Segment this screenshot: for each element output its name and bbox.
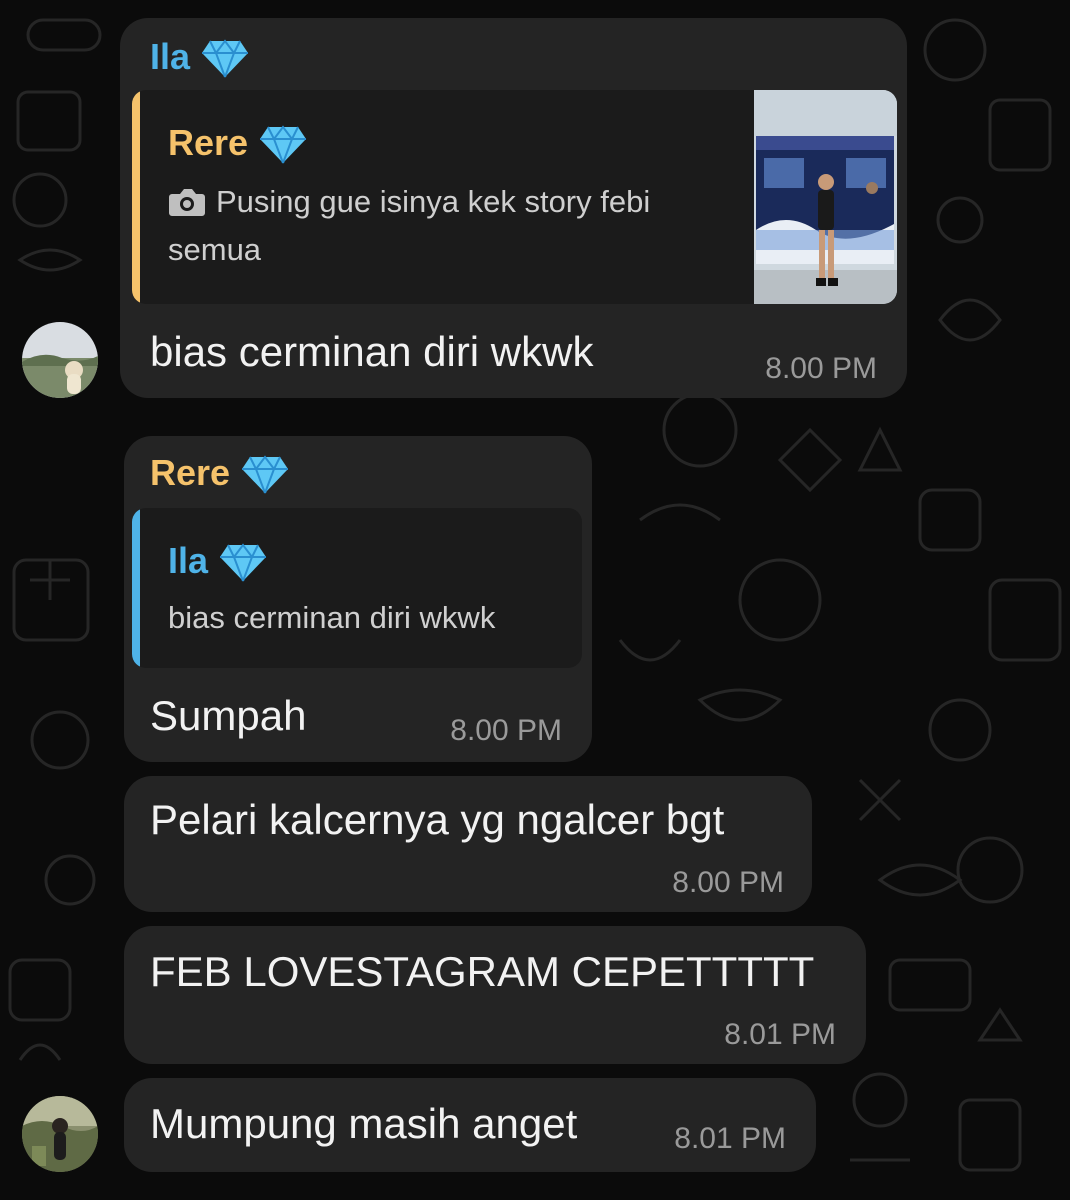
sender-name: Ila [150, 36, 249, 79]
diamond-icon [260, 125, 307, 164]
diamond-icon [242, 455, 289, 494]
diamond-icon [220, 543, 267, 582]
message-bubble[interactable]: Mumpung masih anget 8.01 PM [124, 1078, 816, 1172]
reply-text: bias cerminan diri wkwk [168, 600, 496, 635]
reply-quote-bar [132, 508, 140, 668]
diamond-icon [202, 39, 249, 78]
message-bubble[interactable]: FEB LOVESTAGRAM CEPETTTTT 8.01 PM [124, 926, 866, 1064]
message-text: FEB LOVESTAGRAM CEPETTTTT [150, 948, 815, 995]
reply-text: Pusing gue isinya kek story febi semua [168, 184, 651, 267]
sender-name: Rere [150, 452, 289, 495]
reply-quote[interactable]: Rere Pusing gue isinya kek story febi se… [132, 90, 897, 304]
reply-thumbnail [754, 90, 897, 304]
message-bubble[interactable]: Pelari kalcernya yg ngalcer bgt 8.00 PM [124, 776, 812, 912]
reply-sender-name: Ila [168, 540, 267, 583]
message-bubble[interactable]: Rere Ila bias cerminan diri wkwk Sumpah … [124, 436, 592, 762]
message-text: Mumpung masih anget [150, 1100, 578, 1147]
avatar-sender[interactable] [22, 1096, 98, 1172]
reply-quote[interactable]: Ila bias cerminan diri wkwk [132, 508, 582, 668]
message-text: Pelari kalcernya yg ngalcer bgt [150, 796, 725, 843]
avatar-ila[interactable] [22, 322, 98, 398]
message-time: 8.00 PM [672, 866, 784, 899]
message-time: 8.00 PM [450, 714, 562, 747]
message-text: Sumpah [150, 692, 307, 739]
message-bubble[interactable]: Ila Rere Pusing gue isinya kek story feb… [120, 18, 907, 398]
message-time: 8.01 PM [674, 1122, 786, 1155]
message-time: 8.00 PM [765, 352, 877, 385]
message-time: 8.01 PM [724, 1018, 836, 1051]
message-text: bias cerminan diri wkwk [150, 328, 594, 375]
reply-quote-bar [132, 90, 140, 304]
reply-sender-name: Rere [168, 122, 307, 165]
